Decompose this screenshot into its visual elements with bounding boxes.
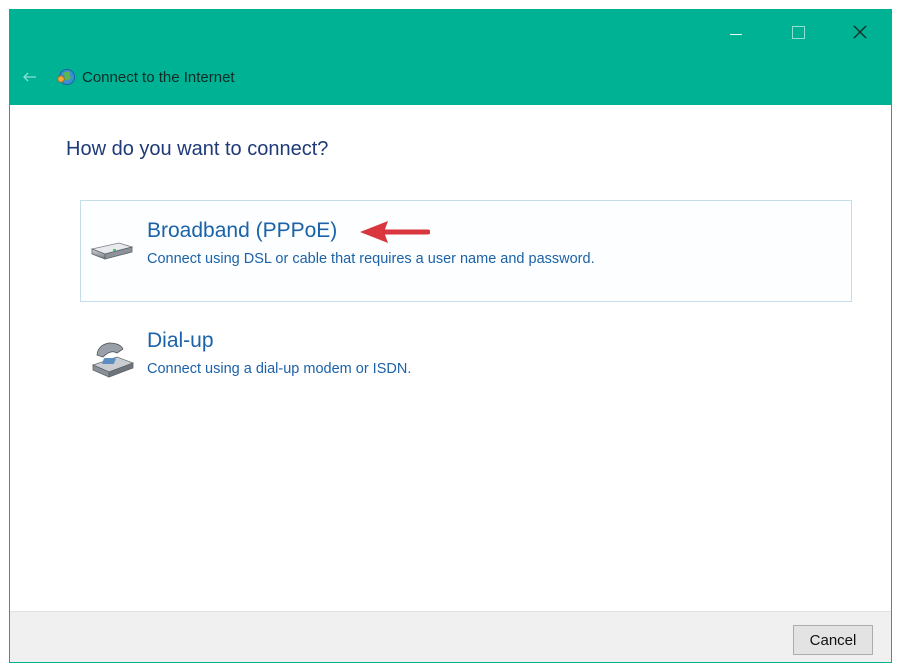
connect-window: Connect to the Internet How do you want … <box>9 9 892 663</box>
close-icon <box>853 25 867 39</box>
maximize-icon <box>791 25 805 39</box>
broadband-description: Connect using DSL or cable that requires… <box>147 251 595 267</box>
back-button[interactable] <box>10 60 50 94</box>
title-nav: Connect to the Internet <box>10 60 235 94</box>
option-dialup[interactable]: Dial-up Connect using a dial-up modem or… <box>80 310 852 412</box>
window-title: Connect to the Internet <box>82 68 235 86</box>
broadband-title: Broadband (PPPoE) <box>147 219 338 242</box>
maximize-button[interactable] <box>767 10 829 54</box>
modem-icon <box>90 242 134 260</box>
cancel-button[interactable]: Cancel <box>793 625 873 655</box>
network-globe-icon <box>57 69 75 85</box>
telephone-icon <box>91 342 135 378</box>
back-arrow-icon <box>23 72 36 82</box>
red-arrow-icon <box>360 221 430 243</box>
close-button[interactable] <box>829 10 891 54</box>
dialup-description: Connect using a dial-up modem or ISDN. <box>147 361 412 377</box>
dialup-title: Dial-up <box>147 329 214 352</box>
title-bar: Connect to the Internet <box>10 10 891 105</box>
footer-bar: Cancel <box>10 611 891 662</box>
option-broadband[interactable]: Broadband (PPPoE) Connect using DSL or c… <box>80 200 852 302</box>
minimize-icon <box>730 33 742 35</box>
minimize-button[interactable] <box>705 10 767 54</box>
page-heading: How do you want to connect? <box>66 138 329 160</box>
